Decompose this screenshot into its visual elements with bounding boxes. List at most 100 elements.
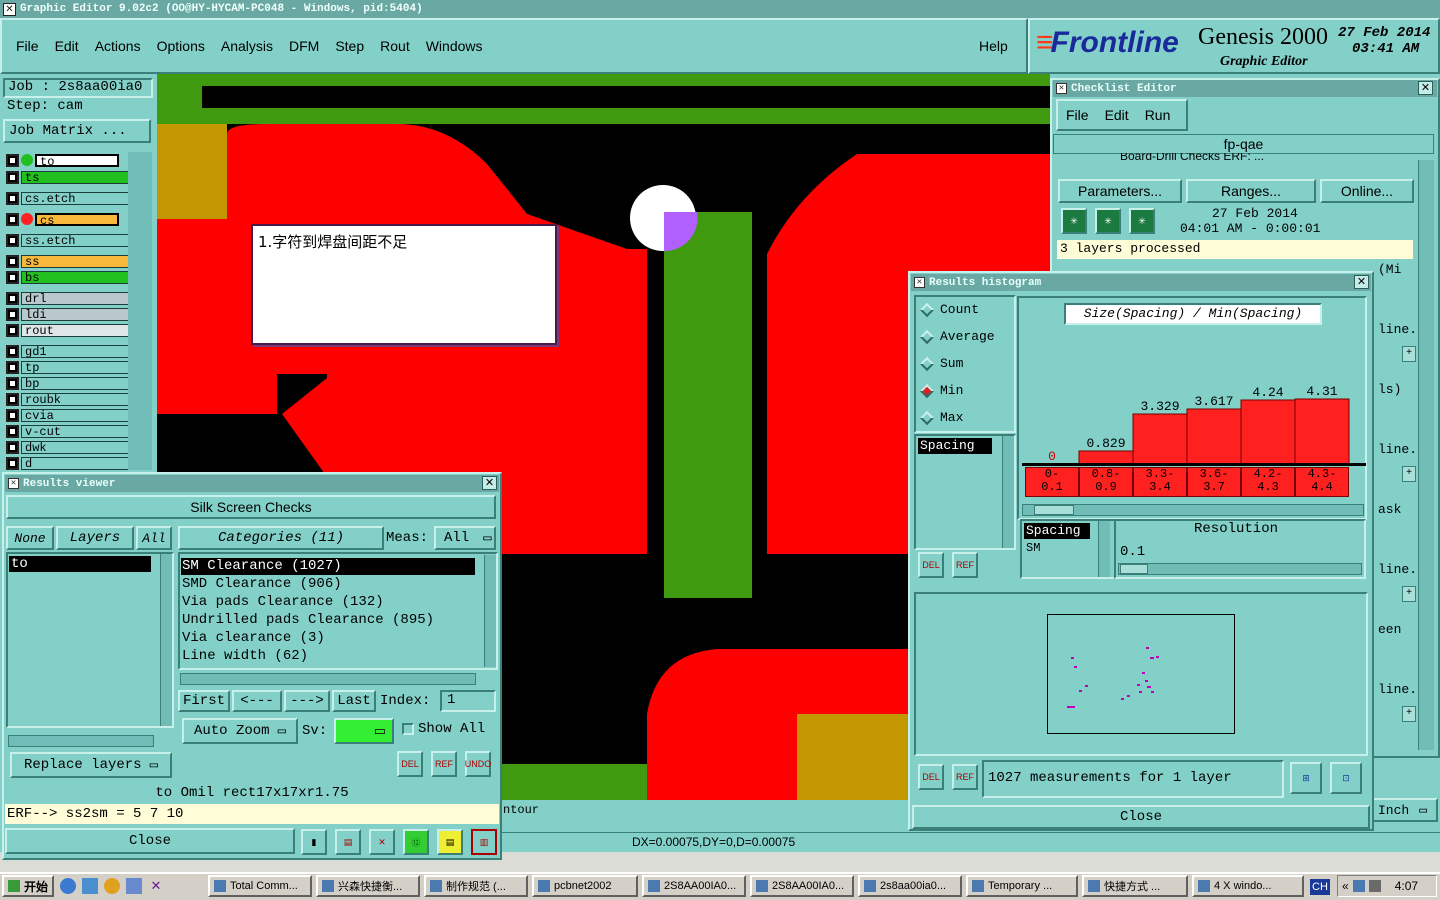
checklist-menu-edit[interactable]: Edit [1105, 107, 1129, 123]
menu-file[interactable]: File [16, 38, 39, 54]
units-select[interactable]: Inch ▭ [1372, 798, 1438, 822]
meas-select[interactable]: All ▭ [434, 526, 496, 550]
layer-row-v-cut[interactable]: v-cut [6, 424, 129, 438]
rv-undo-icon[interactable]: UNDO [465, 751, 491, 777]
category-item[interactable]: SMD Clearance (906) [181, 576, 475, 593]
layer-checkbox[interactable] [6, 170, 19, 184]
histogram-bar[interactable] [1132, 413, 1188, 465]
x-icon[interactable]: ✕ [148, 878, 164, 894]
histogram-bar[interactable] [1240, 399, 1296, 465]
layer-checkbox[interactable] [6, 344, 19, 358]
report-icon[interactable]: ▤ [335, 829, 361, 855]
taskbar-item[interactable]: 2s8aa00ia0... [858, 875, 962, 897]
layer-checkbox[interactable] [6, 392, 19, 406]
rv-del-icon[interactable]: DEL [397, 751, 423, 777]
numbers-icon[interactable]: ⑫ [403, 829, 429, 855]
next-button[interactable]: ---> [284, 690, 330, 712]
category-item[interactable]: SM Clearance (1027) [181, 558, 475, 575]
layer-row-ss.etch[interactable]: ss.etch [6, 233, 129, 247]
menu-windows[interactable]: Windows [426, 38, 483, 54]
layer-checkbox[interactable] [6, 408, 19, 422]
zoom-area-icon[interactable]: ⊡ [1330, 762, 1362, 794]
histogram-bar[interactable] [1186, 408, 1242, 465]
replace-layers-select[interactable]: Replace layers ▭ [10, 752, 172, 778]
checklist-menu-run[interactable]: Run [1145, 107, 1171, 123]
browser-icon[interactable] [104, 878, 120, 894]
layer-checkbox[interactable] [6, 456, 19, 470]
layer-row-tp[interactable]: tp [6, 360, 129, 374]
menu-options[interactable]: Options [157, 38, 205, 54]
layer-checkbox[interactable] [6, 440, 19, 454]
histogram-icon[interactable]: ▥ [471, 829, 497, 855]
category-item[interactable]: Line width (62) [181, 648, 475, 665]
sv-color-select[interactable]: ▭ [334, 718, 394, 744]
hist-del-icon[interactable]: DEL [918, 552, 944, 578]
layer-checkbox[interactable] [6, 212, 19, 226]
layer-scrollbar[interactable] [128, 152, 152, 470]
menu-actions[interactable]: Actions [95, 38, 141, 54]
help-menu[interactable]: Help [979, 38, 1008, 54]
checklist-scrollbar[interactable] [1418, 160, 1434, 750]
layer-checkbox[interactable] [6, 323, 19, 337]
mode-average-radio[interactable]: Average [919, 329, 995, 344]
category-item[interactable]: Via pads Clearance (132) [181, 594, 475, 611]
results-viewer-close-icon[interactable]: ✕ [482, 476, 497, 490]
checklist-menu-file[interactable]: File [1066, 107, 1089, 123]
checklist-side-item[interactable]: ls) [1378, 382, 1401, 397]
layer-row-cs.etch[interactable]: cs.etch [6, 191, 129, 205]
language-indicator[interactable]: CH [1310, 879, 1330, 895]
layer-checkbox[interactable] [6, 233, 19, 247]
zoom-fit-icon[interactable]: ⊞ [1290, 762, 1322, 794]
layer-checkbox[interactable] [6, 153, 19, 167]
checklist-side-item[interactable]: een [1378, 622, 1401, 637]
layer-row-to[interactable]: to [6, 153, 119, 168]
layer-row-bp[interactable]: bp [6, 376, 129, 390]
menu-edit[interactable]: Edit [55, 38, 79, 54]
taskbar-item[interactable]: 2S8AA00IA0... [750, 875, 854, 897]
taskbar-item[interactable]: Total Comm... [208, 875, 312, 897]
first-button[interactable]: First [178, 690, 230, 712]
run-check-icon[interactable]: ✳ [1061, 208, 1087, 234]
taskbar-item[interactable]: 制作规范 (... [424, 875, 528, 897]
layer-row-d[interactable]: d [6, 456, 129, 470]
last-button[interactable]: Last [332, 690, 376, 712]
histogram-close-button[interactable]: Close [912, 805, 1370, 829]
categories-header[interactable]: Categories (11) [178, 526, 384, 550]
layer-row-cs[interactable]: cs [6, 212, 119, 227]
index-input[interactable]: 1 [440, 690, 496, 712]
layer-checkbox[interactable] [6, 307, 19, 321]
mode-sum-radio[interactable]: Sum [919, 356, 963, 371]
taskbar-item[interactable]: pcbnet2002 [532, 875, 638, 897]
prev-button[interactable]: <--- [232, 690, 282, 712]
rv-ref-icon[interactable]: REF [431, 751, 457, 777]
layer-row-roubk[interactable]: roubk [6, 392, 129, 406]
hist-ref-icon[interactable]: REF [952, 552, 978, 578]
layer-results-item[interactable]: to [9, 556, 151, 572]
layer-checkbox[interactable] [6, 360, 19, 374]
scatter-ref-icon[interactable]: REF [952, 764, 978, 790]
layer-checkbox[interactable] [6, 254, 19, 268]
y-list-item-spacing[interactable]: Spacing [1024, 523, 1090, 539]
layer-row-bs[interactable]: bs [6, 270, 129, 284]
mode-max-radio[interactable]: Max [919, 410, 963, 425]
menu-step[interactable]: Step [335, 38, 364, 54]
checklist-close-icon[interactable]: ✕ [1418, 81, 1433, 95]
notes-icon[interactable]: ▤ [437, 829, 463, 855]
side-expand-icon[interactable]: + [1402, 466, 1416, 482]
layer-checkbox[interactable] [6, 270, 19, 284]
side-expand-icon[interactable]: + [1402, 706, 1416, 722]
layers-tab[interactable]: Layers [56, 526, 134, 550]
none-tab[interactable]: None [6, 526, 54, 550]
x-list-scrollbar[interactable] [1002, 436, 1014, 548]
scatter-del-icon[interactable]: DEL [918, 764, 944, 790]
layer-results-vscroll[interactable] [160, 554, 172, 726]
layer-results-hscroll[interactable] [8, 735, 154, 747]
desktop-icon[interactable] [82, 878, 98, 894]
show-all-checkbox[interactable] [402, 723, 414, 735]
taskbar-item[interactable]: Temporary ... [966, 875, 1078, 897]
layer-row-ts[interactable]: ts [6, 170, 129, 184]
chart-hscroll-thumb[interactable] [1034, 505, 1074, 515]
category-vscroll[interactable] [484, 555, 496, 667]
bar-chart-icon-1[interactable]: ▮ [301, 829, 327, 855]
run-all-icon[interactable]: ✳ [1095, 208, 1121, 234]
